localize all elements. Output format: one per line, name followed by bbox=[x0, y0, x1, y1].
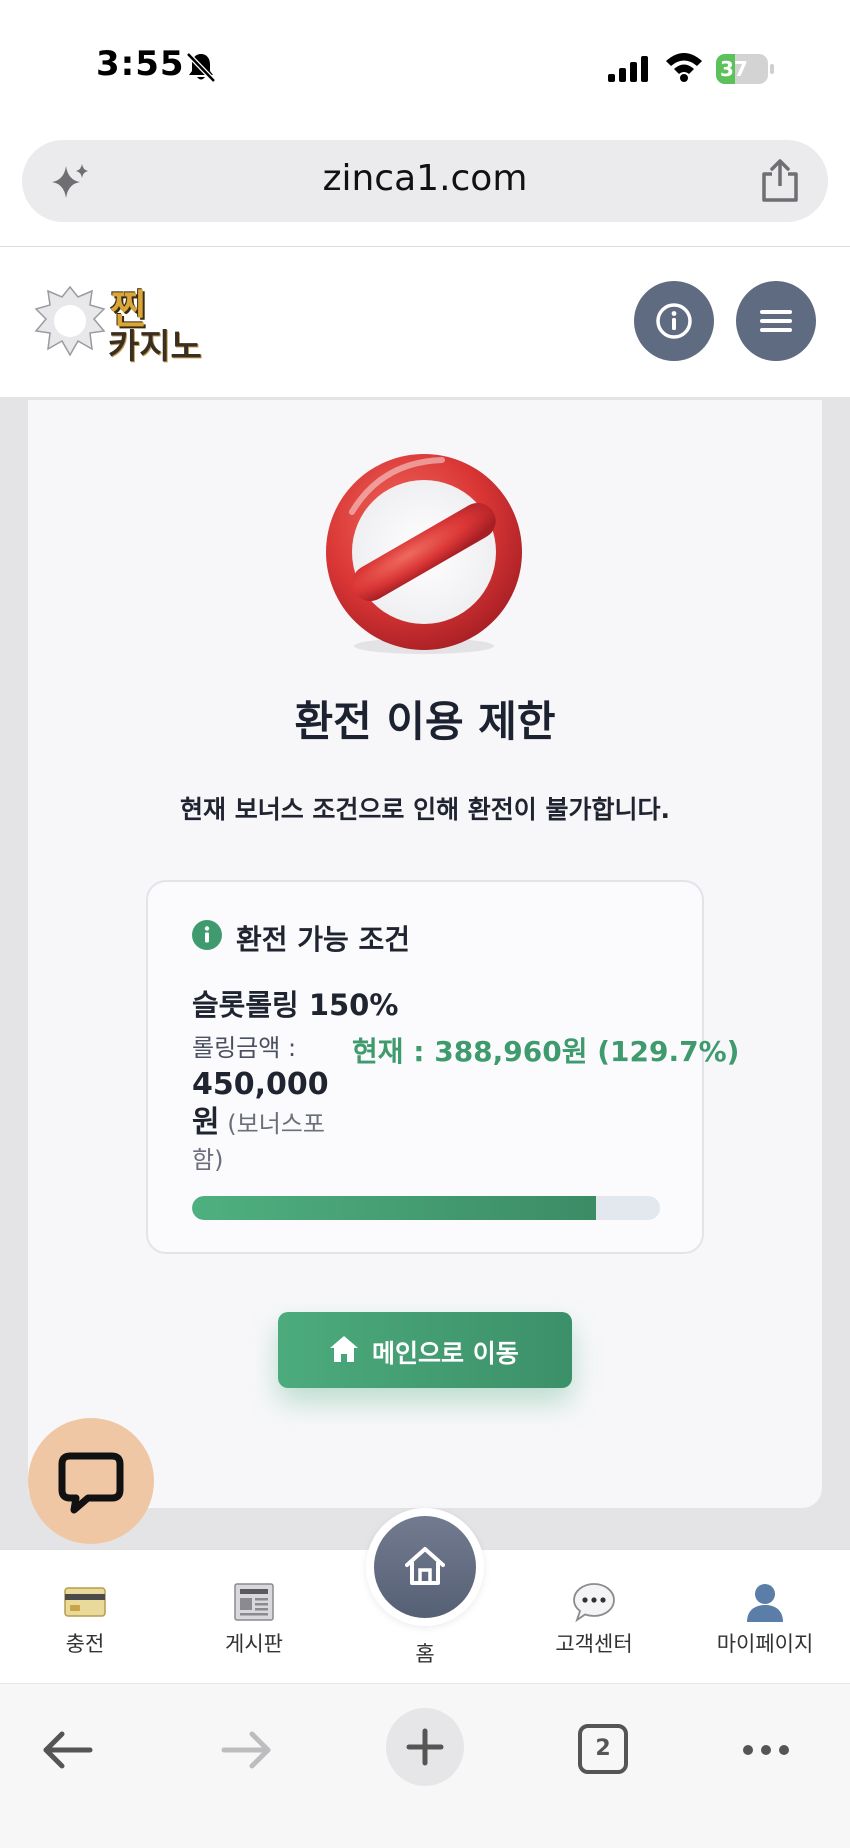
site-header: 찐 카지노 bbox=[0, 247, 850, 397]
rolling-amount-label: 롤링금액 : bbox=[192, 1034, 297, 1062]
home-icon bbox=[405, 1547, 445, 1585]
status-time: 3:55 bbox=[96, 44, 185, 84]
battery-charging-icon: 37 bbox=[716, 54, 774, 84]
hamburger-menu-icon bbox=[760, 310, 792, 332]
wifi-icon bbox=[666, 53, 702, 82]
address-bar[interactable]: zinca1.com bbox=[22, 140, 828, 222]
nav-label-charge: 충전 bbox=[65, 1632, 105, 1656]
cellular-signal-icon bbox=[608, 56, 648, 82]
conditions-box: 환전 가능 조건 슬롯롤링 150% 롤링금액 : 450,000 원 (보너스… bbox=[146, 880, 739, 1254]
info-circle-icon bbox=[192, 920, 222, 950]
browser-toolbar: 2 bbox=[0, 1683, 850, 1848]
more-options-icon[interactable] bbox=[736, 1724, 796, 1776]
page-title: 환전 이용 제한 bbox=[294, 697, 556, 746]
speech-bubble-icon bbox=[573, 1583, 615, 1623]
battery-level: 37 bbox=[720, 57, 748, 81]
nav-label-mypage: 마이페이지 bbox=[716, 1632, 814, 1656]
nav-item-mypage[interactable]: 마이페이지 bbox=[700, 1550, 830, 1684]
credit-card-icon bbox=[64, 1587, 106, 1617]
forward-arrow-icon[interactable] bbox=[216, 1724, 276, 1776]
site-logo[interactable]: 찐 카지노 bbox=[32, 277, 212, 367]
nav-label-home: 홈 bbox=[415, 1642, 435, 1666]
rolling-requirement: 슬롯롤링 150% bbox=[192, 988, 399, 1022]
page-subtitle: 현재 보너스 조건으로 인해 환전이 불가합니다. bbox=[179, 795, 671, 824]
rolling-amount: 롤링금액 : 450,000 원 (보너스포함) bbox=[192, 1030, 337, 1178]
status-bar: 3:55 37 bbox=[0, 0, 850, 130]
info-button[interactable] bbox=[634, 281, 714, 361]
conditions-heading: 환전 가능 조건 bbox=[236, 923, 411, 956]
user-silhouette-icon bbox=[747, 1584, 783, 1622]
go-main-label: 메인으로 이동 bbox=[372, 1339, 519, 1368]
nav-item-charge[interactable]: 충전 bbox=[20, 1550, 150, 1684]
rolling-progress-bar bbox=[192, 1196, 660, 1220]
prohibited-icon bbox=[326, 454, 522, 654]
current-rolling: 현재 : 388,960원 (129.7%) bbox=[352, 1035, 740, 1068]
nav-label-support: 고객센터 bbox=[555, 1632, 633, 1656]
new-tab-button[interactable] bbox=[386, 1708, 464, 1786]
rolling-amount-unit: 원 bbox=[192, 1105, 220, 1140]
tabs-button[interactable]: 2 bbox=[578, 1724, 628, 1774]
menu-button[interactable] bbox=[736, 281, 816, 361]
go-main-button[interactable]: 메인으로 이동 bbox=[278, 1312, 572, 1388]
logo-text-bottom: 카지노 bbox=[108, 327, 202, 367]
nav-item-board[interactable]: 게시판 bbox=[189, 1550, 319, 1684]
share-icon[interactable] bbox=[758, 158, 802, 204]
plus-icon bbox=[406, 1728, 444, 1766]
info-icon bbox=[656, 303, 692, 339]
back-arrow-icon[interactable] bbox=[38, 1724, 98, 1776]
live-chat-button[interactable] bbox=[28, 1418, 154, 1544]
url-text[interactable]: zinca1.com bbox=[22, 158, 828, 199]
logo-splash-icon bbox=[34, 285, 106, 357]
rolling-progress-fill bbox=[192, 1196, 597, 1220]
mute-bell-icon bbox=[186, 52, 216, 83]
newspaper-icon bbox=[234, 1583, 274, 1621]
rolling-amount-value: 450,000 bbox=[192, 1067, 329, 1102]
chat-bubble-icon bbox=[58, 1452, 124, 1514]
home-icon bbox=[330, 1336, 358, 1362]
nav-label-board: 게시판 bbox=[225, 1632, 283, 1656]
nav-item-home[interactable] bbox=[366, 1508, 484, 1626]
nav-item-support[interactable]: 고객센터 bbox=[529, 1550, 659, 1684]
